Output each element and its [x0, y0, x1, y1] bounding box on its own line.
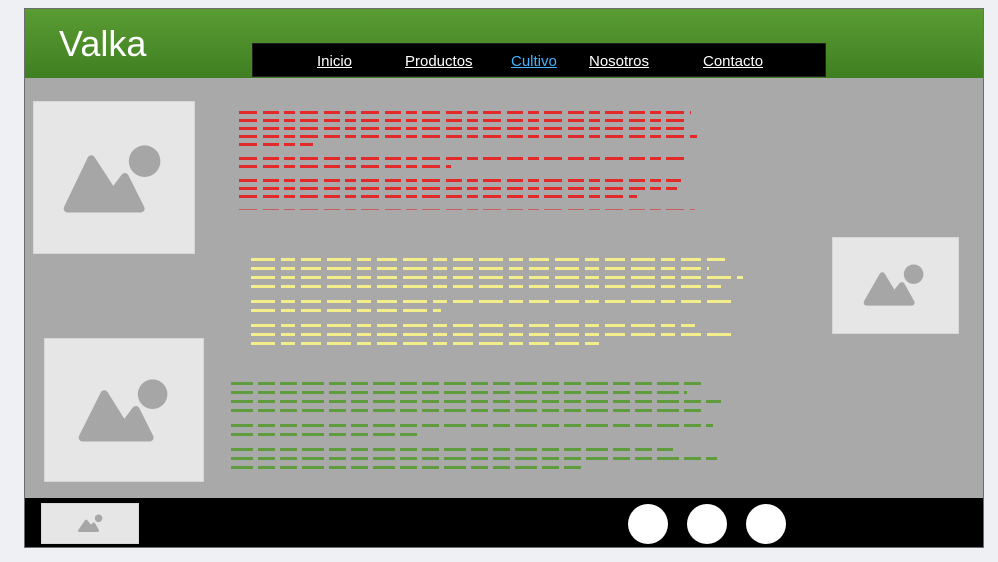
- image-placeholder-left-bottom: [44, 338, 204, 482]
- text-block-red: [239, 111, 701, 215]
- site-logo[interactable]: Valka: [59, 23, 146, 65]
- text-block-yellow: [251, 258, 746, 351]
- site-header: Valka Inicio Productos Cultivo Nosotros …: [25, 9, 983, 78]
- page-frame: Valka Inicio Productos Cultivo Nosotros …: [24, 8, 984, 548]
- nav-link-productos[interactable]: Productos: [405, 53, 473, 70]
- image-placeholder-icon: [78, 514, 103, 533]
- image-placeholder-icon: [63, 145, 161, 213]
- main-nav: Inicio Productos Cultivo Nosotros Contac…: [252, 43, 826, 77]
- nav-link-nosotros[interactable]: Nosotros: [589, 53, 649, 70]
- footer-logo-placeholder: [41, 503, 139, 544]
- site-footer: [25, 498, 983, 547]
- text-block-green: [231, 382, 726, 475]
- image-placeholder-icon: [78, 379, 168, 442]
- social-button-1[interactable]: [628, 504, 668, 544]
- nav-link-cultivo[interactable]: Cultivo: [511, 53, 557, 70]
- social-button-3[interactable]: [746, 504, 786, 544]
- image-placeholder-left-top: [33, 101, 195, 254]
- nav-link-inicio[interactable]: Inicio: [317, 53, 352, 70]
- image-placeholder-right: [832, 237, 959, 334]
- social-button-2[interactable]: [687, 504, 727, 544]
- nav-link-contacto[interactable]: Contacto: [703, 53, 763, 70]
- image-placeholder-icon: [863, 264, 924, 306]
